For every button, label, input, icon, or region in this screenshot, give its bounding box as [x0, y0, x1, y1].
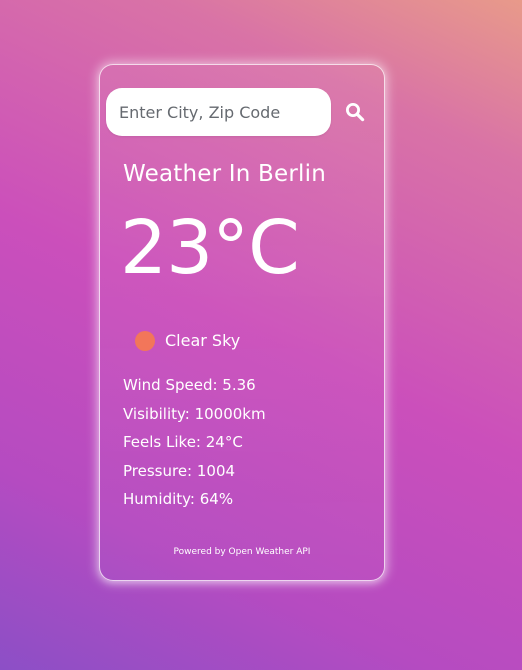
- humidity: Humidity: 64%: [123, 490, 234, 508]
- wind-speed: Wind Speed: 5.36: [123, 376, 256, 394]
- search-button[interactable]: [340, 97, 370, 127]
- feels-like: Feels Like: 24°C: [123, 433, 243, 451]
- city-title: Weather In Berlin: [123, 161, 326, 187]
- powered-by-footer: Powered by Open Weather API: [173, 547, 311, 557]
- condition-label: Clear Sky: [165, 331, 241, 350]
- visibility: Visibility: 10000km: [123, 404, 266, 423]
- search-icon: [346, 103, 365, 122]
- search-input[interactable]: [106, 88, 331, 136]
- clear-sky-icon: [135, 331, 155, 351]
- search-box[interactable]: [106, 88, 331, 136]
- weather-stats: Wind Speed: 5.36 Visibility: 10000km Fee…: [123, 371, 266, 514]
- temperature: 23°C: [120, 205, 300, 291]
- pressure: Pressure: 1004: [123, 461, 236, 480]
- weather-card: Weather In Berlin 23°C Clear Sky Wind Sp…: [99, 64, 385, 581]
